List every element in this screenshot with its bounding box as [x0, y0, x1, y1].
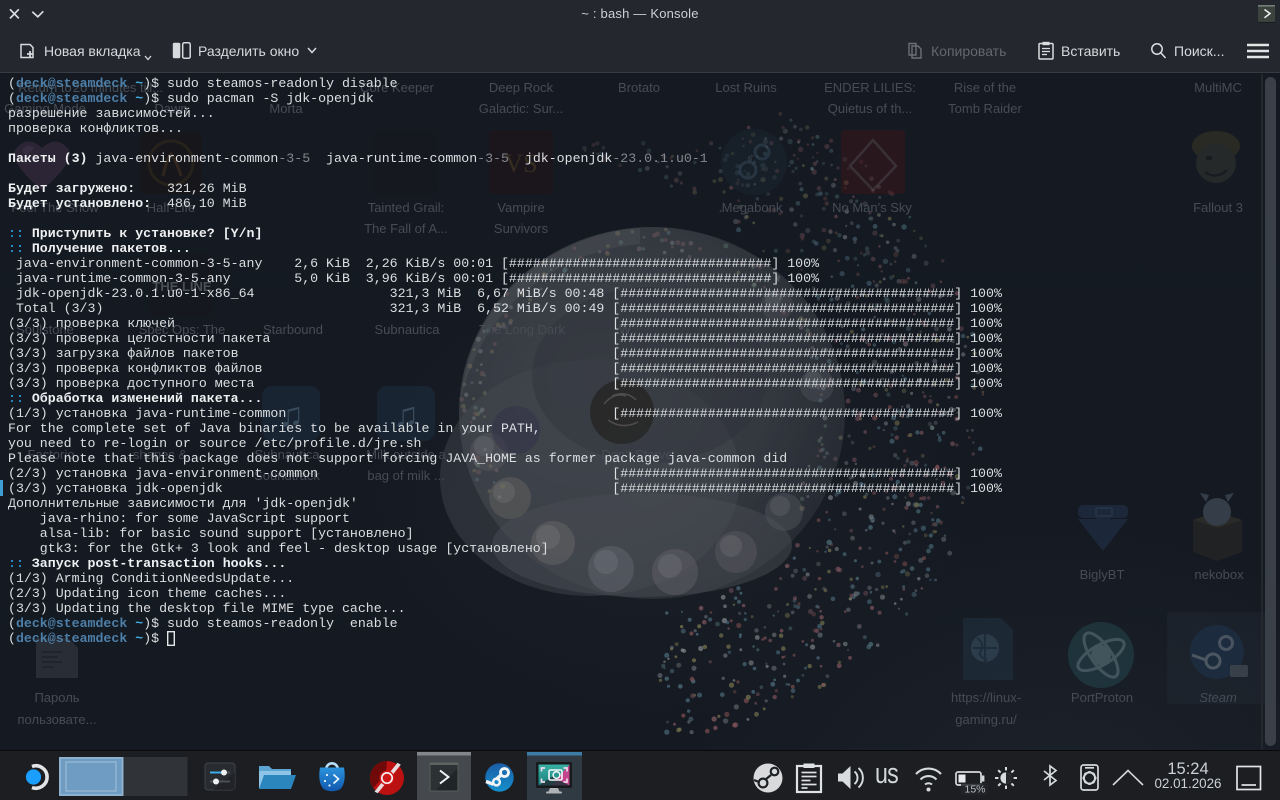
- svg-text:15%: 15%: [964, 784, 985, 796]
